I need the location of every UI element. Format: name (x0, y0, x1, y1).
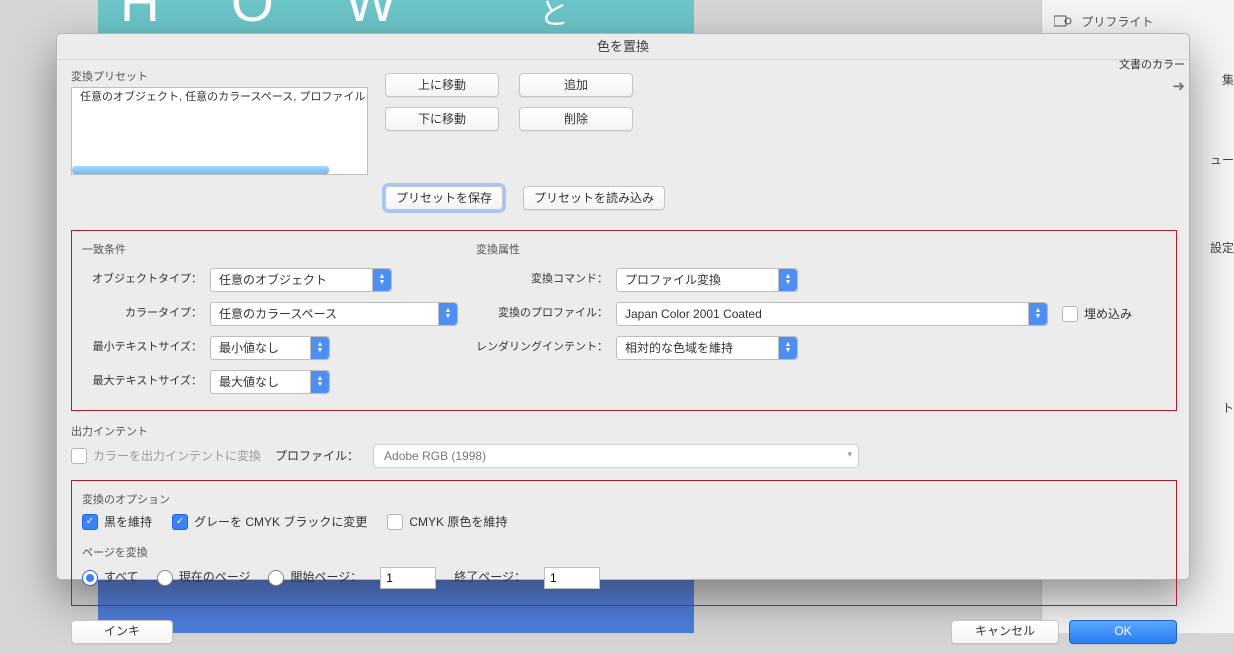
move-down-button[interactable]: 下に移動 (385, 107, 499, 131)
chevron-updown-icon: ▲▼ (1028, 303, 1047, 325)
cmyk-primary-checkbox[interactable] (387, 514, 403, 530)
min-text-select[interactable]: 最小値なし ▲▼ (210, 336, 330, 360)
options-group: 変換のオプション 黒を維持 グレーを CMYK ブラックに変更 CMYK 原色を… (71, 480, 1177, 606)
ok-button[interactable]: OK (1069, 620, 1177, 644)
pages-current-radio[interactable] (157, 570, 173, 586)
preflight-label[interactable]: プリフライト (1081, 14, 1153, 30)
save-preset-button[interactable]: プリセットを保存 (385, 186, 503, 210)
object-type-select[interactable]: 任意のオブジェクト ▲▼ (210, 268, 392, 292)
color-type-value: 任意のカラースペース (219, 306, 337, 322)
pages-current-label: 現在のページ (179, 569, 251, 585)
arrow-icon[interactable]: ➜ (1119, 77, 1185, 97)
embed-label: 埋め込み (1084, 306, 1132, 322)
max-text-select[interactable]: 最大値なし ▲▼ (210, 370, 330, 394)
preflight-icon (1054, 14, 1072, 28)
convert-oi-checkbox[interactable] (71, 448, 87, 464)
start-page-label: 開始ページ： (290, 569, 362, 585)
match-title: 一致条件 (82, 243, 458, 258)
dialog-title: 色を置換 (57, 34, 1189, 60)
chevron-updown-icon: ▲▼ (310, 371, 329, 393)
convert-title: 変換属性 (476, 243, 1166, 258)
output-intent-title: 出力インテント (71, 425, 1177, 440)
pages-all-label: すべて (104, 569, 139, 585)
object-type-label: オブジェクトタイプ： (82, 272, 202, 287)
color-type-select[interactable]: 任意のカラースペース ▲▼ (210, 302, 458, 326)
keep-black-label: 黒を維持 (104, 514, 152, 530)
min-text-label: 最小テキストサイズ： (82, 340, 202, 355)
convert-profile-value: Japan Color 2001 Coated (625, 306, 762, 322)
rendering-intent-label: レンダリングインテント： (476, 340, 608, 355)
edge-label-3: 設定 (1210, 240, 1234, 256)
add-button[interactable]: 追加 (519, 73, 633, 97)
delete-button[interactable]: 削除 (519, 107, 633, 131)
rendering-intent-select[interactable]: 相対的な色域を維持 ▲▼ (616, 336, 798, 360)
chevron-updown-icon: ▲▼ (310, 337, 329, 359)
gray-cmyk-checkbox[interactable] (172, 514, 188, 530)
edge-label-1: 集 (1222, 72, 1234, 88)
convert-command-label: 変換コマンド： (476, 272, 608, 287)
convert-colors-dialog: 色を置換 文書のカラー ➜ 変換プリセット 任意のオブジェクト, 任意のカラース… (56, 33, 1190, 580)
pages-range-radio[interactable] (268, 570, 284, 586)
chevron-updown-icon: ▲▼ (778, 337, 797, 359)
max-text-label: 最大テキストサイズ： (82, 374, 202, 389)
gray-cmyk-label: グレーを CMYK ブラックに変更 (194, 514, 367, 530)
document-colors[interactable]: 文書のカラー ➜ (1119, 58, 1185, 97)
convert-profile-label: 変換のプロファイル： (476, 306, 608, 321)
conditions-group: 一致条件 オブジェクトタイプ： 任意のオブジェクト ▲▼ カラータイプ： 任意の… (71, 230, 1177, 411)
max-text-value: 最大値なし (219, 374, 279, 390)
preset-hscrollbar[interactable] (72, 166, 329, 174)
options-title: 変換のオプション (82, 493, 1166, 508)
end-page-input[interactable] (544, 567, 600, 589)
convert-profile-select[interactable]: Japan Color 2001 Coated ▲▼ (616, 302, 1048, 326)
convert-oi-label: カラーを出力インテントに変換 (93, 448, 261, 464)
chevron-updown-icon: ▲▼ (438, 303, 457, 325)
cancel-button[interactable]: キャンセル (951, 620, 1059, 644)
keep-black-checkbox[interactable] (82, 514, 98, 530)
min-text-value: 最小値なし (219, 340, 279, 356)
pages-all-radio[interactable] (82, 570, 98, 586)
load-preset-button[interactable]: プリセットを読み込み (523, 186, 665, 210)
oi-profile-label: プロファイル： (275, 448, 359, 464)
preset-list[interactable]: 任意のオブジェクト, 任意のカラースペース, プロファイル (71, 87, 368, 175)
ink-button[interactable]: インキ (71, 620, 173, 644)
object-type-value: 任意のオブジェクト (219, 272, 327, 288)
oi-profile-value: Adobe RGB (1998) (384, 448, 486, 464)
bg-text-jp: と (539, 0, 569, 36)
cmyk-primary-label: CMYK 原色を維持 (409, 514, 507, 530)
output-intent-group: 出力インテント カラーを出力インテントに変換 プロファイル： Adobe RGB… (71, 425, 1177, 468)
move-up-button[interactable]: 上に移動 (385, 73, 499, 97)
convert-command-value: プロファイル変換 (625, 272, 721, 288)
chevron-updown-icon: ▲▼ (778, 269, 797, 291)
bg-text-how: H O W (120, 0, 425, 30)
embed-checkbox[interactable] (1062, 306, 1078, 322)
convert-pages-title: ページを変換 (82, 546, 1166, 561)
preset-section-label: 変換プリセット (71, 70, 371, 85)
end-page-label: 終了ページ： (454, 569, 526, 585)
edge-label-2: ュー (1210, 152, 1234, 168)
edge-label-4: ト (1222, 400, 1234, 416)
preset-list-item[interactable]: 任意のオブジェクト, 任意のカラースペース, プロファイル (72, 88, 368, 107)
color-type-label: カラータイプ： (82, 306, 202, 321)
convert-command-select[interactable]: プロファイル変換 ▲▼ (616, 268, 798, 292)
document-colors-label: 文書のカラー (1119, 59, 1185, 71)
chevron-updown-icon: ▲▼ (372, 269, 391, 291)
oi-profile-select[interactable]: Adobe RGB (1998) (373, 444, 859, 468)
rendering-intent-value: 相対的な色域を維持 (625, 340, 733, 356)
start-page-input[interactable] (380, 567, 436, 589)
